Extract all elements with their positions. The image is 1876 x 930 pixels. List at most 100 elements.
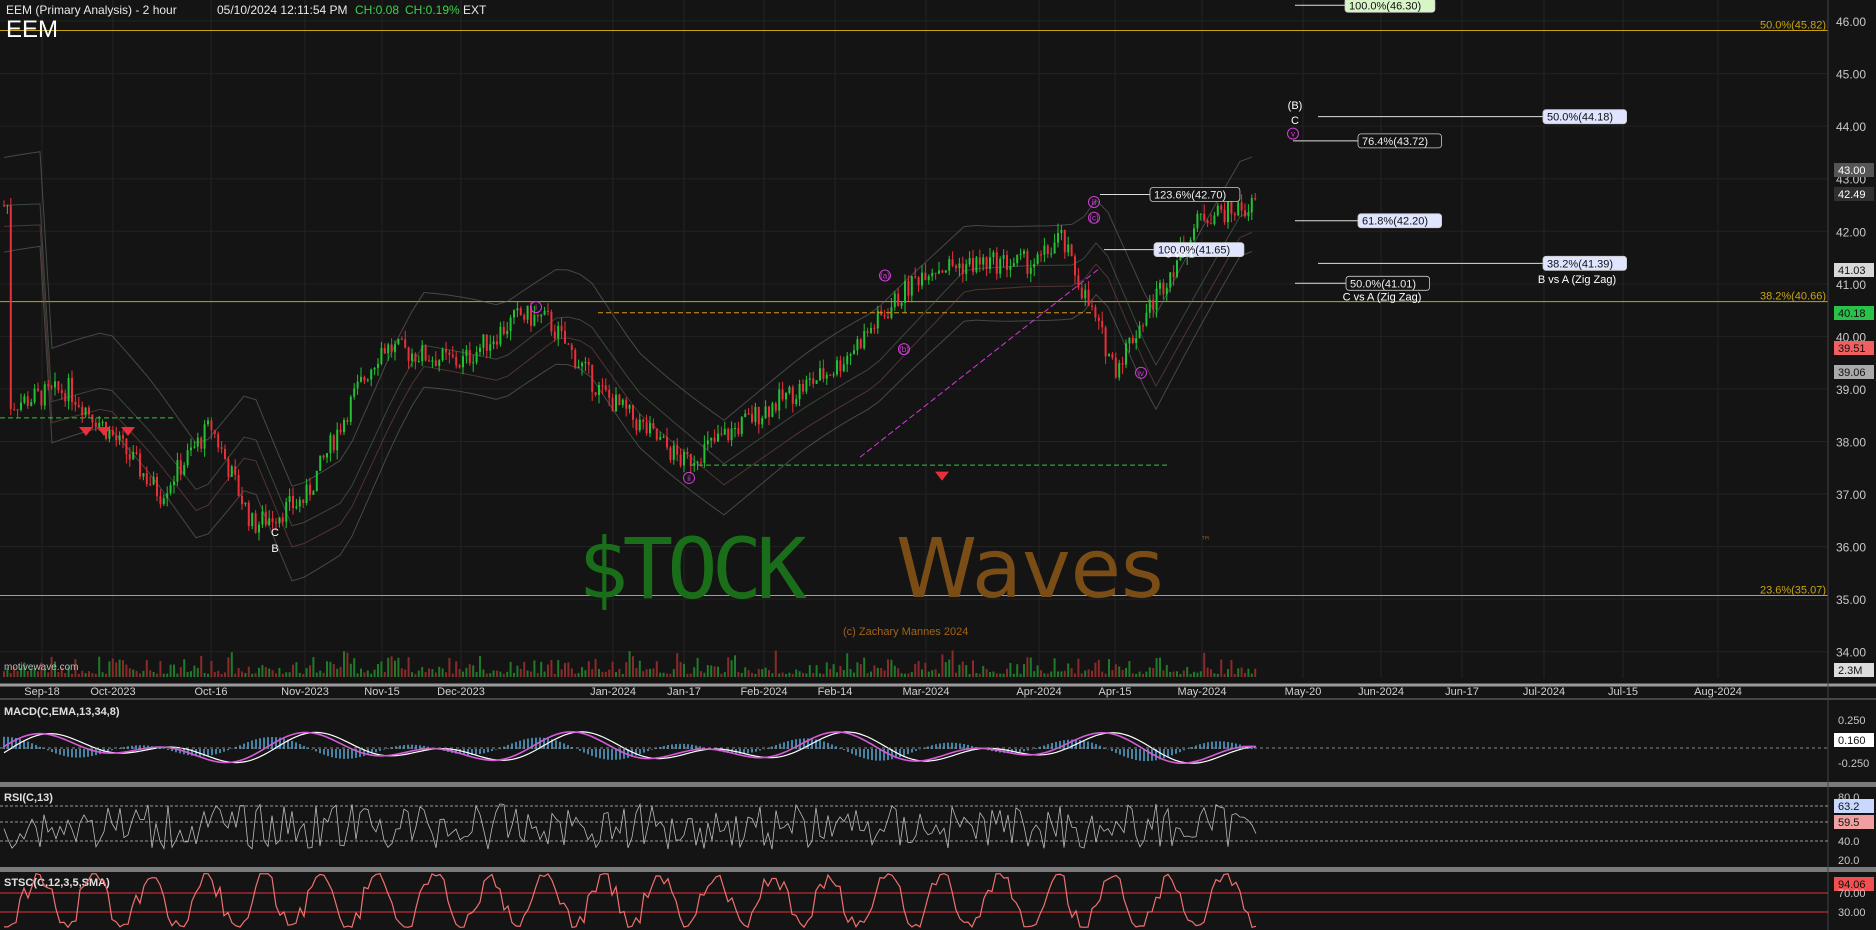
candle-body <box>778 389 781 411</box>
volume-bar <box>94 673 97 677</box>
candle-body <box>132 452 135 460</box>
candle-body <box>445 349 447 353</box>
x-tick-label: Apr-2024 <box>1016 686 1061 698</box>
volume-bar <box>717 666 719 677</box>
candle-body <box>285 502 288 522</box>
volume-bar <box>669 673 672 677</box>
candle-body <box>608 389 611 398</box>
candle-body <box>1087 289 1090 306</box>
candle-body <box>71 377 73 403</box>
volume-bar <box>1118 666 1121 677</box>
volume-bar <box>822 673 825 677</box>
wave-label: iii <box>1091 198 1097 207</box>
volume-bar <box>251 673 254 677</box>
candle-body <box>258 524 260 533</box>
volume-bar <box>166 673 169 677</box>
volume-bar <box>1006 668 1008 677</box>
candle-body <box>1084 289 1087 299</box>
volume-bar <box>880 668 883 677</box>
volume-bar <box>785 673 787 677</box>
volume-bar <box>1012 673 1015 677</box>
volume-bar <box>183 659 186 677</box>
candle-body <box>1172 272 1175 277</box>
volume-bar <box>1223 673 1226 677</box>
y-tick-label: 37.00 <box>1836 488 1866 502</box>
candle-body <box>1233 213 1236 216</box>
wave-label: C <box>271 527 279 539</box>
volume-bar <box>666 673 668 677</box>
candle-body <box>241 495 243 505</box>
volume-bar <box>1237 668 1240 677</box>
candle-body <box>3 205 5 207</box>
volume-bar <box>1053 658 1056 677</box>
price-badge-label: 39.06 <box>1838 367 1866 379</box>
volume-bar <box>414 673 417 677</box>
volume-bar <box>475 672 478 677</box>
volume-bar <box>404 669 407 677</box>
annotation-text: (B) <box>1288 100 1303 112</box>
candle-body <box>305 484 308 504</box>
volume-bar <box>468 664 471 677</box>
candle-body <box>873 327 876 329</box>
volume-bar <box>411 672 413 677</box>
volume-bar <box>366 670 369 677</box>
indicator-tick: 40.0 <box>1838 836 1859 848</box>
volume-bar <box>356 673 359 677</box>
volume-bar <box>856 662 859 677</box>
volume-bar <box>747 670 750 677</box>
candle-body <box>122 435 124 439</box>
volume-bar <box>186 671 189 677</box>
chart-title: EEM (Primary Analysis) - 2 hour <box>6 3 177 17</box>
candle-body <box>822 368 825 379</box>
volume-bar <box>921 669 923 677</box>
candle-body <box>625 399 628 409</box>
fib-target-label: 50.0%(41.01) <box>1350 278 1416 290</box>
candle-body <box>94 422 97 428</box>
volume-bar <box>1046 673 1049 677</box>
volume-bar <box>842 670 845 677</box>
candle-body <box>536 314 539 317</box>
volume-bar <box>234 673 237 677</box>
candle-body <box>47 384 50 387</box>
volume-bar <box>720 673 723 677</box>
annotation-text: B vs A (Zig Zag) <box>1538 274 1616 286</box>
volume-bar <box>1009 662 1012 677</box>
candle-body <box>513 310 515 318</box>
volume-bar <box>700 671 702 677</box>
volume-bar <box>819 673 821 677</box>
x-tick-label: Oct-2023 <box>90 686 135 698</box>
volume-bar <box>516 665 519 677</box>
volume-bar <box>1199 671 1202 677</box>
volume-bar <box>883 670 886 677</box>
volume-bar <box>645 669 648 677</box>
volume-bar <box>836 672 838 677</box>
volume-bar <box>999 673 1002 677</box>
candle-body <box>914 276 917 278</box>
volume-bar <box>152 671 155 677</box>
volume-bar <box>118 659 121 677</box>
volume-bar <box>581 667 583 677</box>
volume-bar <box>649 668 651 677</box>
candle-body <box>91 414 94 423</box>
candle-body <box>74 402 77 405</box>
candle-body <box>20 402 22 410</box>
volume-bar <box>1111 670 1114 677</box>
volume-bar <box>611 661 614 677</box>
volume-bar <box>387 657 390 677</box>
candle-body <box>472 362 475 364</box>
candle-body <box>81 406 84 416</box>
volume-bar <box>360 668 362 677</box>
volume-bar <box>679 662 682 677</box>
fib-target-label: 100.0%(46.30) <box>1349 0 1421 12</box>
volume-bar <box>557 660 560 677</box>
volume-bar <box>349 663 352 677</box>
volume-bar <box>343 651 345 677</box>
volume-bar <box>122 660 124 677</box>
x-tick-label: Aug-2024 <box>1694 686 1742 698</box>
fib-target-label: 38.2%(41.39) <box>1547 258 1613 270</box>
volume-bar <box>210 660 213 677</box>
candle-body <box>856 339 859 351</box>
volume-bar <box>196 667 199 677</box>
sell-marker <box>79 426 93 436</box>
volume-bar <box>642 671 645 677</box>
